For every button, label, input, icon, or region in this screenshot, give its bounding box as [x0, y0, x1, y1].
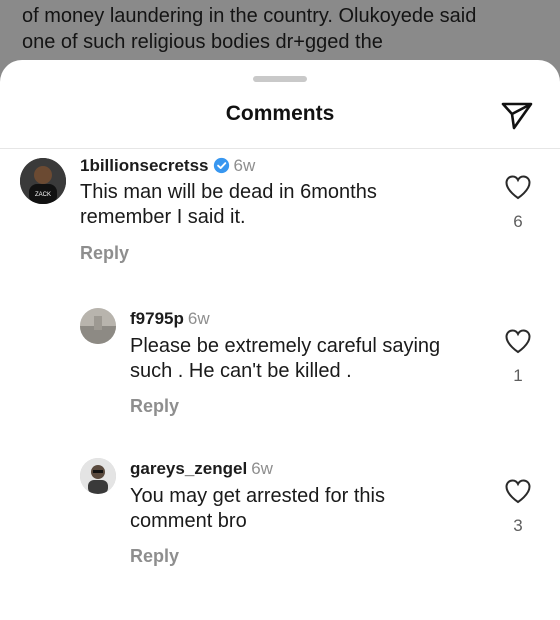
avatar[interactable]: ZACK [20, 158, 66, 204]
comments-sheet: Comments ZACK 1billionsecretss 6w This ma… [0, 60, 560, 620]
article-text-line: one of such religious bodies dr+gged the [22, 31, 383, 53]
comment-time: 6w [251, 459, 273, 478]
avatar[interactable] [80, 308, 116, 344]
comment-text-line: comment bro [130, 510, 247, 532]
comment-text-line: You may get arrested for this [130, 485, 385, 507]
comment-time: 6w [187, 309, 210, 328]
sheet-title: Comments [225, 102, 335, 125]
like-count: 1 [513, 366, 523, 385]
comment-text-line: remember I said it. [80, 206, 246, 228]
comment-username[interactable]: 1billionsecretss [80, 156, 209, 175]
comment-text: Please be extremely careful saying such … [130, 334, 510, 384]
sheet-drag-handle[interactable] [253, 76, 307, 82]
header-divider [0, 148, 560, 149]
reply-button[interactable]: Reply [130, 546, 179, 567]
svg-text:ZACK: ZACK [35, 192, 51, 198]
send-icon[interactable] [500, 100, 534, 132]
comment-text: This man will be dead in 6months remembe… [80, 180, 460, 230]
comment-text: You may get arrested for this comment br… [130, 484, 510, 534]
verified-badge-icon [213, 157, 229, 174]
comment-text-line: Please be extremely careful saying [130, 335, 441, 357]
comment-username[interactable]: f9795p [130, 309, 184, 328]
like-count: 6 [513, 212, 523, 231]
reply-button[interactable]: Reply [130, 396, 179, 417]
reply-button[interactable]: Reply [80, 243, 129, 264]
avatar-image [80, 458, 116, 494]
comment-text-line: This man will be dead in 6months [80, 181, 377, 203]
article-text-line: of money laundering in the country. Oluk… [22, 5, 477, 27]
heart-icon[interactable] [504, 328, 532, 354]
avatar[interactable] [80, 458, 116, 494]
avatar-image: ZACK [20, 158, 66, 204]
like-count: 3 [513, 516, 523, 535]
heart-icon[interactable] [504, 478, 532, 504]
comment-text-line: such . He can't be killed . [130, 360, 352, 382]
heart-icon[interactable] [504, 174, 532, 200]
avatar-image [80, 308, 116, 344]
comment-time: 6w [233, 156, 256, 175]
comment-username[interactable]: gareys_zengel [130, 459, 247, 478]
